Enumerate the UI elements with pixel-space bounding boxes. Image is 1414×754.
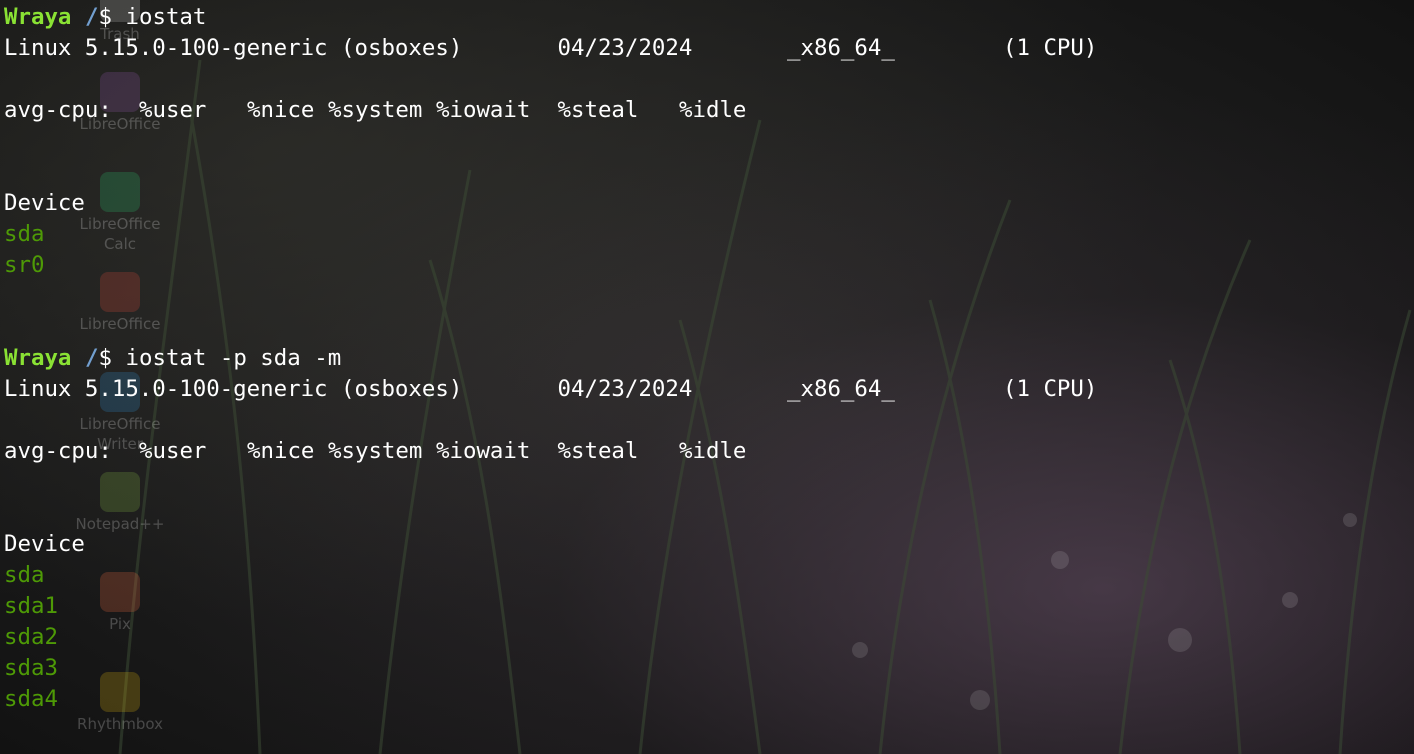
device-name: sda3 <box>4 655 58 681</box>
command-text: iostat <box>125 4 207 30</box>
cpu-header: %idle <box>679 438 747 464</box>
cpu-header: %system <box>328 438 423 464</box>
command-text: iostat -p sda -m <box>125 345 342 371</box>
date-info: 04/23/2024 <box>557 35 693 61</box>
terminal-output[interactable]: Wraya / $ iostat Linux 5.15.0-100-generic (o… <box>0 0 1414 754</box>
prompt-symbol: $ <box>98 4 112 30</box>
prompt-user: Wraya <box>4 4 72 30</box>
prompt-path: / <box>85 345 99 371</box>
kernel-info: Linux 5.15.0-100-generic (osboxes) <box>4 35 463 61</box>
cpu-header: %steal <box>557 97 639 123</box>
device-name: sda4 <box>4 686 58 712</box>
cpu-count: (1 CPU) <box>1003 35 1098 61</box>
device-name: sr0 <box>4 252 45 278</box>
device-header: Device <box>4 190 85 216</box>
device-name: sda <box>4 221 45 247</box>
device-name: sda2 <box>4 624 58 650</box>
prompt-user: Wraya <box>4 345 72 371</box>
cpu-header: %user <box>139 438 207 464</box>
cpu-label: avg-cpu: <box>4 438 112 464</box>
desktop-screen: Trash LibreOffice LibreOffice Calc LibreOff… <box>0 0 1414 754</box>
cpu-label: avg-cpu: <box>4 97 112 123</box>
cpu-header: %steal <box>557 438 639 464</box>
cpu-header: %idle <box>679 97 747 123</box>
cpu-header: %nice <box>247 97 315 123</box>
arch-info: _x86_64_ <box>787 376 895 402</box>
arch-info: _x86_64_ <box>787 35 895 61</box>
prompt-path: / <box>85 4 99 30</box>
cpu-header: %iowait <box>436 97 531 123</box>
cpu-header: %system <box>328 97 423 123</box>
device-name: sda <box>4 562 45 588</box>
device-name: sda1 <box>4 593 58 619</box>
cpu-header: %iowait <box>436 438 531 464</box>
cpu-count: (1 CPU) <box>1003 376 1098 402</box>
kernel-info: Linux 5.15.0-100-generic (osboxes) <box>4 376 463 402</box>
cpu-header: %user <box>139 97 207 123</box>
prompt-symbol: $ <box>98 345 112 371</box>
cpu-header: %nice <box>247 438 315 464</box>
device-header: Device <box>4 531 85 557</box>
date-info: 04/23/2024 <box>557 376 693 402</box>
